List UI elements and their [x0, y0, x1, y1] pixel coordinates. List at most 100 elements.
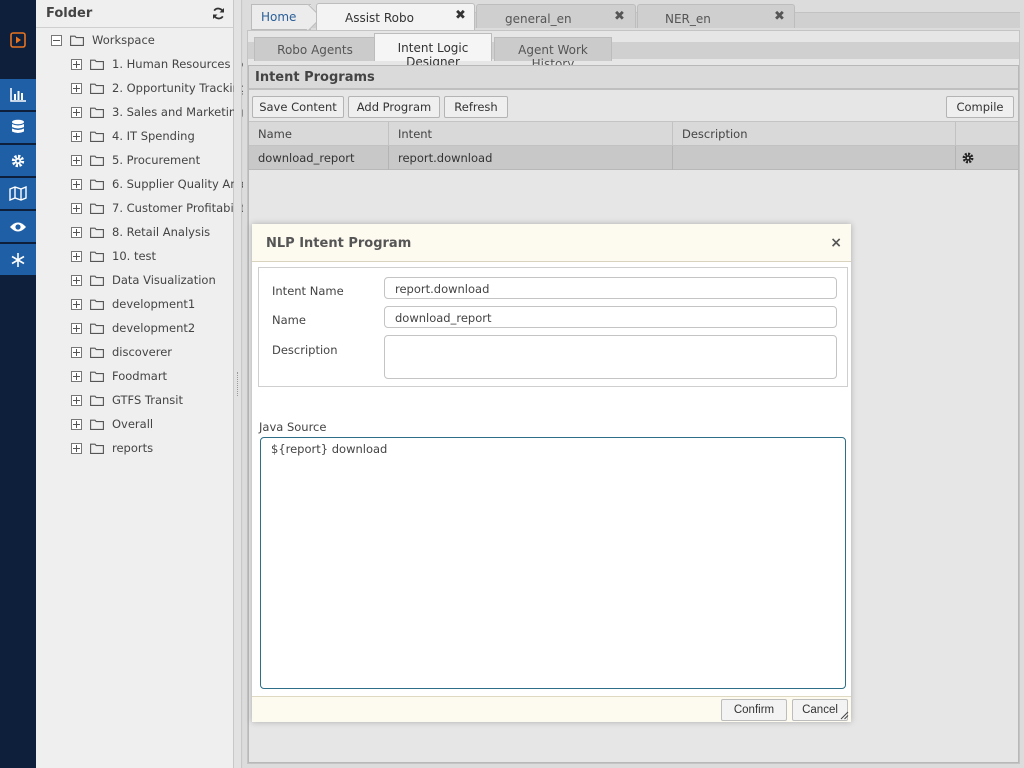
dialog-title: NLP Intent Program [266, 236, 412, 251]
intent-name-label: Intent Name [272, 284, 344, 298]
refresh-button[interactable]: Refresh [444, 96, 508, 118]
description-label: Description [272, 343, 338, 357]
subtab-intent-logic-designer[interactable]: Intent Logic Designer [374, 33, 492, 69]
database-icon[interactable] [0, 112, 36, 144]
tree-node-workspace[interactable]: Workspace [51, 28, 155, 52]
tab-ner-en[interactable]: NER_en ✖ [637, 4, 795, 28]
name-input[interactable]: download_report [384, 306, 837, 328]
collapse-icon[interactable] [51, 34, 62, 46]
expand-icon[interactable] [71, 226, 82, 238]
expand-icon[interactable] [71, 370, 82, 382]
tree-node[interactable]: 3. Sales and Marketing [71, 100, 244, 124]
close-tab-icon[interactable]: ✖ [614, 9, 625, 24]
subtab-robo-agents[interactable]: Robo Agents [254, 37, 376, 61]
row-settings-gear-icon[interactable] [961, 151, 975, 168]
resize-handle-icon[interactable] [840, 711, 849, 720]
tree-node[interactable]: 8. Retail Analysis [71, 220, 210, 244]
splitter-grip[interactable] [237, 372, 239, 396]
close-icon[interactable]: × [830, 235, 842, 251]
column-header-intent[interactable]: Intent [389, 122, 673, 146]
document-tabbar: Home Assist Robo ✖ general_en ✖ NER_en ✖ [243, 0, 1024, 30]
tree-node-label: Foodmart [112, 369, 168, 383]
expand-icon[interactable] [71, 322, 82, 334]
grid-header: Name Intent Description [249, 122, 1018, 146]
intent-form: Intent Name report.download Name downloa… [258, 267, 848, 387]
play-icon[interactable] [0, 24, 36, 56]
tree-node[interactable]: development2 [71, 316, 195, 340]
description-textarea[interactable] [384, 335, 837, 379]
expand-icon[interactable] [71, 82, 82, 94]
expand-icon[interactable] [71, 418, 82, 430]
folder-icon [90, 179, 104, 190]
dialog-footer: Confirm Cancel [252, 696, 851, 722]
folder-icon [90, 131, 104, 142]
snowflake-icon[interactable] [0, 244, 36, 276]
folder-icon [90, 323, 104, 334]
compile-button[interactable]: Compile [946, 96, 1014, 118]
panel-title: Intent Programs [249, 66, 1018, 90]
subtab-agent-work-history[interactable]: Agent Work History [494, 37, 612, 71]
tree-node[interactable]: Overall [71, 412, 153, 436]
column-header-name[interactable]: Name [249, 122, 389, 146]
tree-node-label: 10. test [112, 249, 157, 263]
eye-icon[interactable] [0, 211, 36, 243]
settings-gear-icon[interactable] [0, 145, 36, 177]
folder-icon [90, 251, 104, 262]
intent-name-input[interactable]: report.download [384, 277, 837, 299]
close-tab-icon[interactable]: ✖ [774, 9, 785, 24]
expand-icon[interactable] [71, 202, 82, 214]
java-source-editor[interactable]: ${report} download [260, 437, 846, 689]
tree-node[interactable]: development1 [71, 292, 195, 316]
nlp-intent-program-dialog: NLP Intent Program × Intent Name report.… [252, 224, 851, 722]
folder-icon [90, 299, 104, 310]
tab-label: general_en [505, 12, 572, 26]
tree-node[interactable]: 4. IT Spending [71, 124, 195, 148]
expand-icon[interactable] [71, 298, 82, 310]
confirm-button[interactable]: Confirm [721, 699, 787, 721]
folder-icon [90, 419, 104, 430]
expand-icon[interactable] [71, 394, 82, 406]
tree-node-label: 8. Retail Analysis [112, 225, 211, 239]
tree-node[interactable]: reports [71, 436, 153, 460]
save-content-button[interactable]: Save Content [252, 96, 344, 118]
tree-node-label: 4. IT Spending [112, 129, 195, 143]
tree-node[interactable]: 6. Supplier Quality Analy [71, 172, 255, 196]
tree-node-label: 7. Customer Profitability [112, 201, 252, 215]
add-program-button[interactable]: Add Program [348, 96, 440, 118]
column-header-description[interactable]: Description [673, 122, 956, 146]
tree-node[interactable]: 2. Opportunity Tracking [71, 76, 247, 100]
folder-icon [90, 275, 104, 286]
java-source-label: Java Source [259, 420, 327, 434]
expand-icon[interactable] [71, 178, 82, 190]
tree-node[interactable]: 7. Customer Profitability [71, 196, 251, 220]
expand-icon[interactable] [71, 250, 82, 262]
icon-rail [0, 0, 36, 768]
tree-node[interactable]: 5. Procurement [71, 148, 200, 172]
expand-icon[interactable] [71, 154, 82, 166]
table-row[interactable]: download_report report.download [249, 146, 1018, 170]
expand-icon[interactable] [71, 274, 82, 286]
tree-node[interactable]: Foodmart [71, 364, 167, 388]
refresh-icon[interactable] [212, 7, 225, 24]
tab-general-en[interactable]: general_en ✖ [476, 4, 636, 28]
close-tab-icon[interactable]: ✖ [455, 8, 466, 23]
expand-icon[interactable] [71, 106, 82, 118]
chart-icon[interactable] [0, 79, 36, 111]
cell-description [673, 146, 956, 170]
expand-icon[interactable] [71, 58, 82, 70]
tree-node[interactable]: GTFS Transit [71, 388, 183, 412]
tab-assist-robo[interactable]: Assist Robo ✖ [316, 3, 475, 30]
home-tab[interactable]: Home [251, 4, 311, 30]
folder-icon [90, 227, 104, 238]
expand-icon[interactable] [71, 346, 82, 358]
folder-icon [90, 395, 104, 406]
subtab-bar: Robo Agents Intent Logic Designer Agent … [248, 31, 1019, 71]
tree-node[interactable]: discoverer [71, 340, 172, 364]
expand-icon[interactable] [71, 130, 82, 142]
tree-node[interactable]: Data Visualization [71, 268, 216, 292]
map-icon[interactable] [0, 178, 36, 210]
tree-node[interactable]: 10. test [71, 244, 156, 268]
tree-node[interactable]: 1. Human Resources Rep [71, 52, 256, 76]
cell-intent: report.download [389, 146, 673, 170]
expand-icon[interactable] [71, 442, 82, 454]
